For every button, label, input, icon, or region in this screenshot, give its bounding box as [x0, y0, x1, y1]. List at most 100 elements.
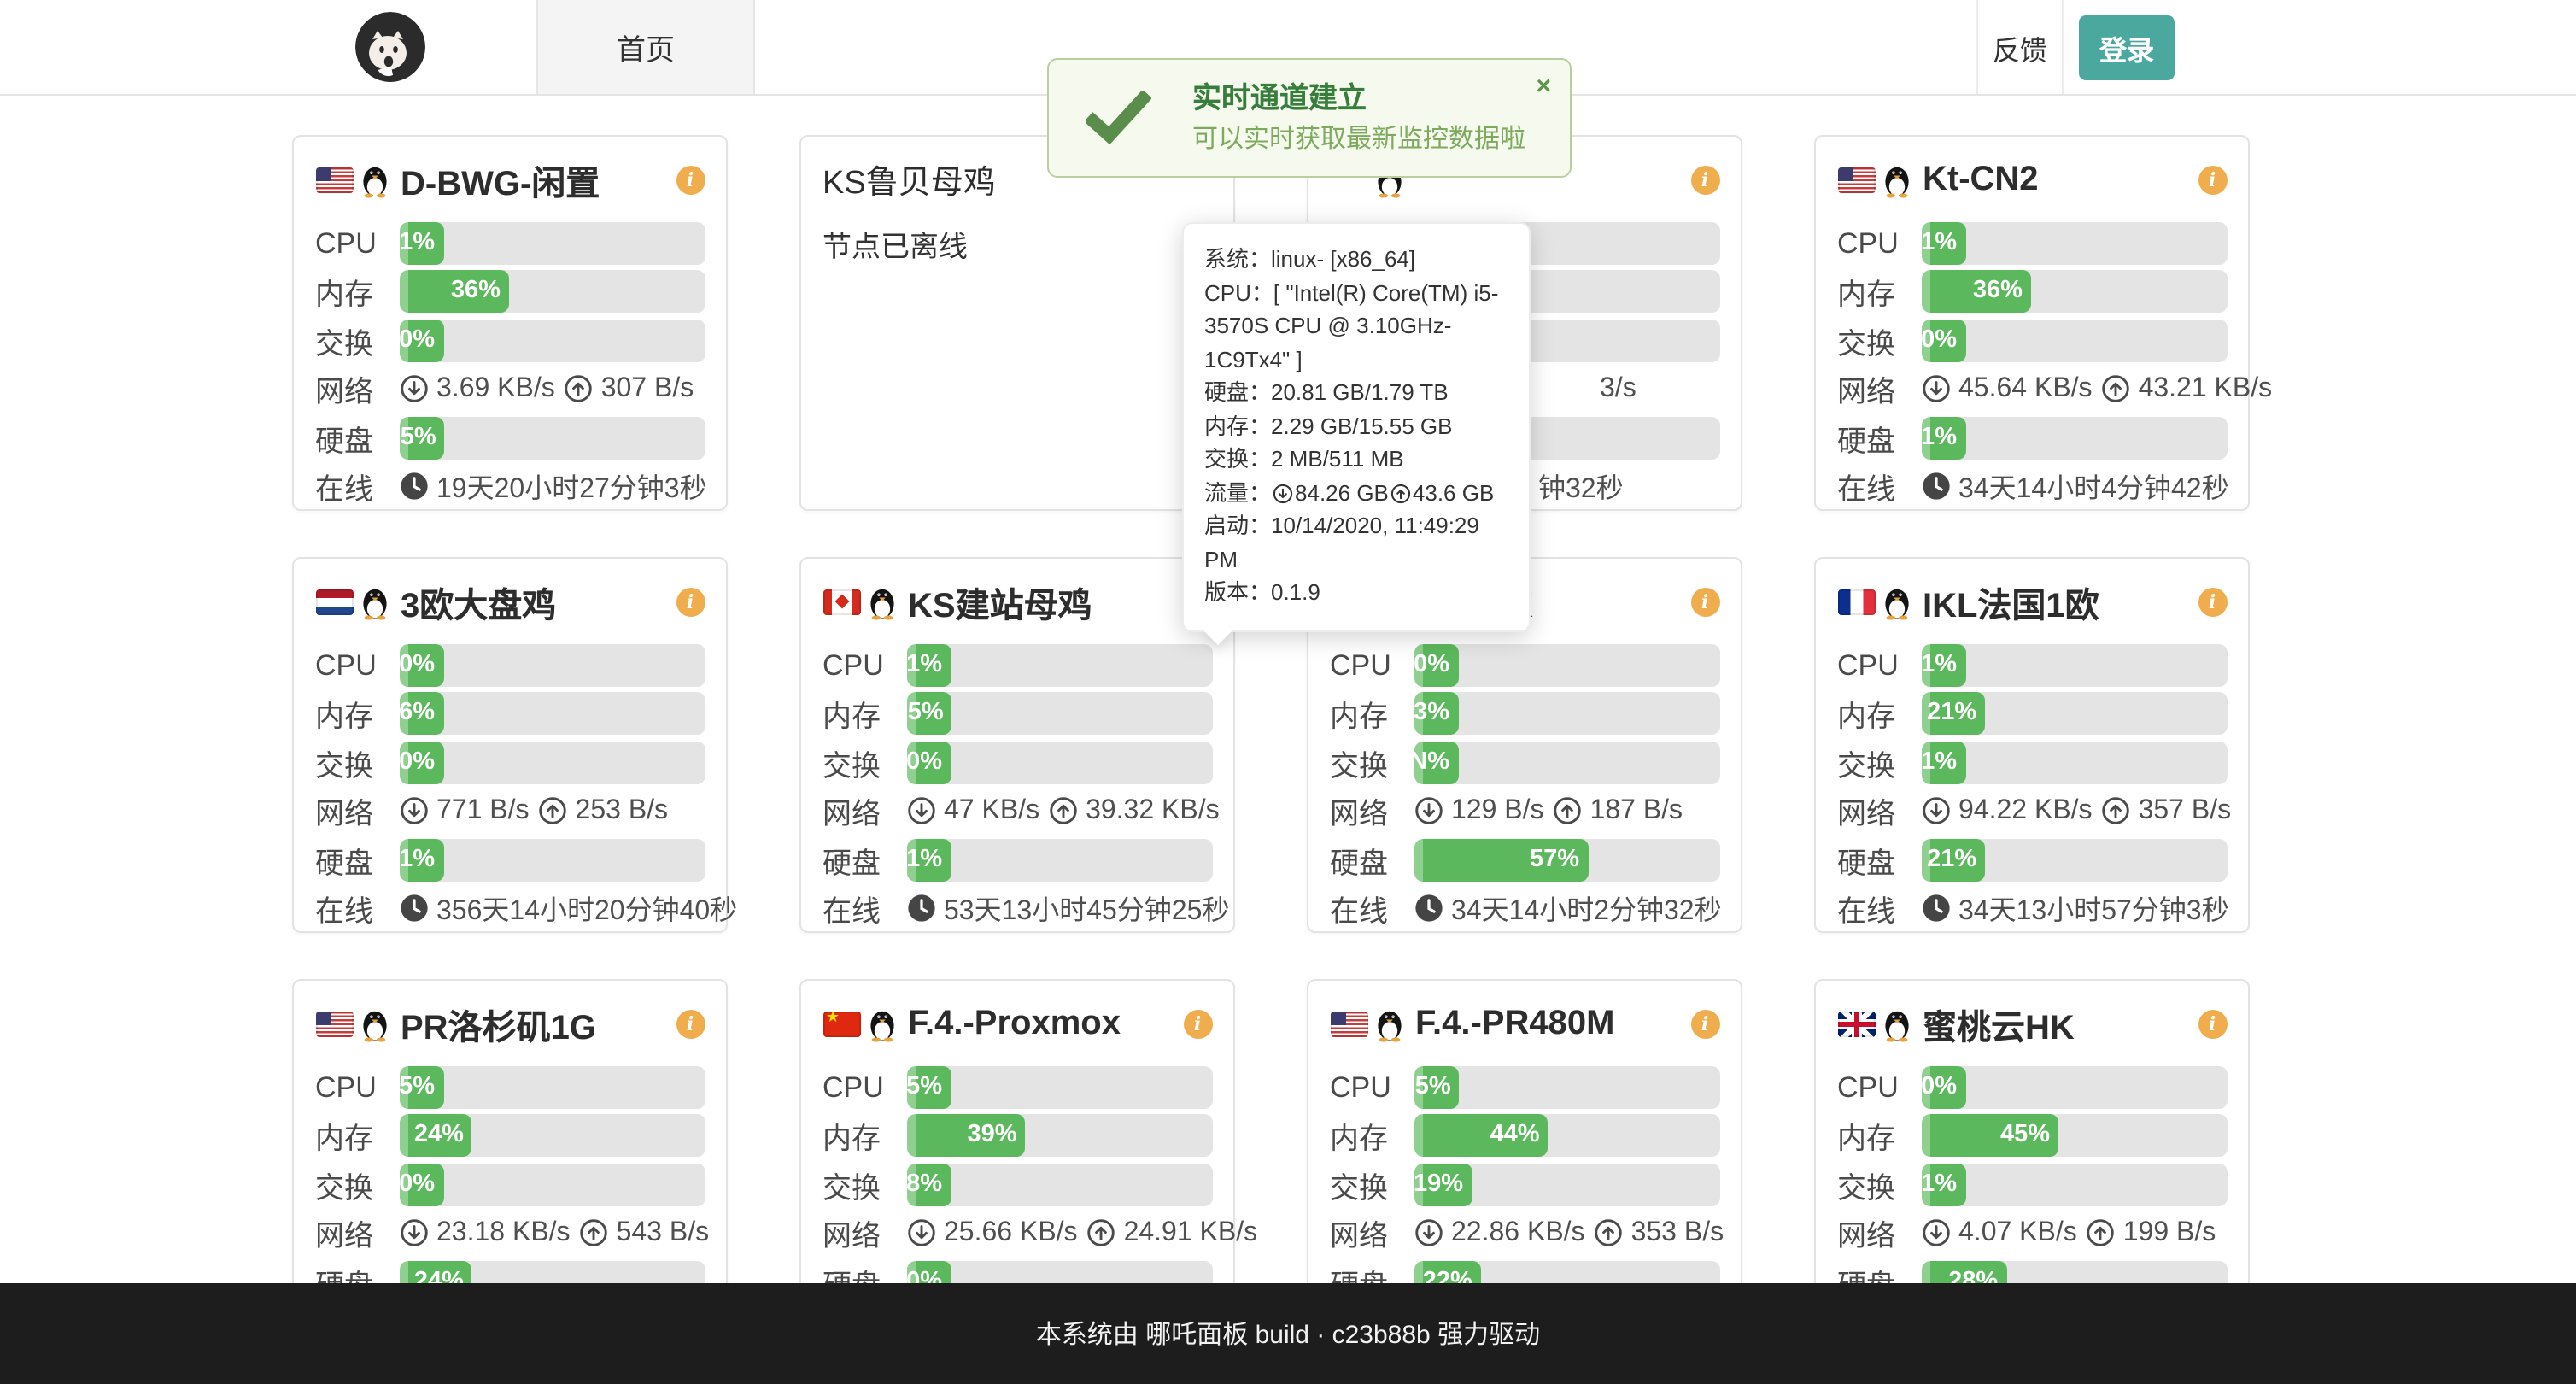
network-label: 网络 — [315, 367, 399, 410]
site-logo-avatar[interactable] — [355, 12, 425, 82]
info-icon[interactable]: i — [676, 1009, 705, 1038]
disk-bar: 21% — [1921, 838, 2227, 881]
disk-bar: 11% — [1921, 416, 2227, 459]
uptime-label: 在线 — [1330, 887, 1414, 930]
memory-bar-fill: 36% — [1921, 271, 2031, 314]
network-up-value: 307 B/s — [601, 373, 694, 404]
cpu-label: CPU — [823, 648, 906, 683]
swap-value: 0% — [399, 320, 435, 362]
info-icon[interactable]: i — [1690, 165, 1719, 194]
network-row: 网络 25.66 KB/s24.91 KB/s — [823, 1211, 1212, 1254]
swap-row: 交换 1% — [1837, 742, 2227, 784]
swap-bar-fill: 0% — [906, 742, 951, 784]
cpu-row: CPU 1% — [1837, 644, 2227, 687]
swap-label: 交换 — [315, 742, 399, 784]
uptime-row: 在线 34天13小时57分钟3秒 — [1837, 887, 2227, 930]
arrow-circle-down-icon — [1921, 796, 1950, 825]
disk-label: 硬盘 — [823, 838, 906, 881]
cpu-bar: 0% — [1414, 644, 1719, 687]
disk-label: 硬盘 — [1837, 838, 1921, 881]
tab-home[interactable]: 首页 — [536, 0, 755, 94]
swap-row: 交换 0% — [823, 742, 1212, 784]
uptime-value: 34天14小时2分钟32秒 — [1451, 888, 1722, 929]
card-header: D-BWG-闲置 i — [315, 157, 705, 202]
disk-value: 57% — [1530, 838, 1579, 881]
cpu-value: 1% — [1921, 644, 1957, 687]
swap-bar: 19% — [1414, 1164, 1719, 1206]
info-icon[interactable]: i — [1183, 1009, 1212, 1038]
memory-bar: 15% — [906, 693, 1212, 736]
info-icon[interactable]: i — [2198, 587, 2227, 616]
cpu-label: CPU — [315, 1070, 399, 1105]
info-icon[interactable]: i — [676, 165, 705, 194]
cpu-bar: 15% — [1414, 1066, 1719, 1109]
disk-label: 硬盘 — [315, 838, 399, 881]
swap-bar-fill: 1% — [1921, 1164, 1965, 1206]
swap-row: 交换 0% — [315, 1164, 705, 1206]
disk-row: 硬盘 1% — [315, 838, 705, 881]
info-icon[interactable]: i — [1690, 587, 1719, 616]
memory-label: 内存 — [315, 1115, 399, 1158]
network-up-value: 357 B/s — [2139, 795, 2232, 826]
server-name: Kt-CN2 — [1923, 160, 2039, 199]
uptime-row: 在线 53天13小时45分钟25秒 — [823, 887, 1212, 930]
cpu-bar-fill: 1% — [399, 222, 443, 265]
swap-bar: 0% — [399, 320, 705, 362]
network-row: 网络 45.64 KB/s43.21 KB/s — [1837, 367, 2227, 410]
info-icon[interactable]: i — [676, 587, 705, 616]
server-info-tooltip: 系统：linux- [x86_64]CPU：[ "Intel(R) Core(T… — [1182, 222, 1531, 631]
memory-bar: 6% — [399, 693, 705, 736]
country-flag-icon — [1330, 1011, 1367, 1036]
network-value-fragment: 3/s — [1600, 373, 1636, 404]
memory-label: 内存 — [1330, 693, 1414, 736]
memory-bar-fill: 3% — [1414, 693, 1458, 736]
cpu-label: CPU — [315, 226, 399, 261]
card-header: IKL法国1欧 i — [1837, 579, 2227, 624]
memory-bar-fill: 36% — [399, 271, 509, 314]
swap-label: 交换 — [823, 742, 906, 784]
memory-bar-fill: 24% — [399, 1115, 472, 1158]
arrow-circle-down-icon — [906, 796, 935, 825]
server-name: KS建站母鸡 — [908, 577, 1092, 626]
linux-tux-icon — [360, 584, 389, 619]
feedback-label: 反馈 — [1993, 26, 2047, 67]
network-up-value: 199 B/s — [2123, 1217, 2216, 1248]
swap-label: 交换 — [1837, 320, 1921, 362]
arrow-circle-up-icon — [1594, 1218, 1623, 1247]
cpu-bar-fill: 1% — [1921, 644, 1965, 687]
success-check-icon — [1086, 91, 1151, 145]
cpu-value: 1% — [906, 644, 942, 687]
server-card: 3欧大盘鸡 i CPU 0% 内存 6% 交换 0% 网络 77 — [292, 557, 728, 933]
arrow-circle-up-icon — [1553, 796, 1582, 825]
feedback-link[interactable]: 反馈 — [1976, 0, 2064, 94]
arrow-circle-up-icon — [1048, 796, 1077, 825]
cpu-row: CPU 5% — [823, 1066, 1212, 1109]
arrow-circle-up-icon — [1086, 1218, 1115, 1247]
cpu-row: CPU 15% — [1330, 1066, 1719, 1109]
tooltip-line: 版本：0.1.9 — [1204, 576, 1510, 609]
swap-bar: 0% — [399, 1164, 705, 1206]
swap-value: N% — [1414, 742, 1449, 784]
arrow-circle-down-icon — [906, 1218, 935, 1247]
toast-close-icon[interactable]: × — [1536, 73, 1551, 99]
arrow-circle-down-icon — [1414, 796, 1443, 825]
swap-row: 交换 N% — [1330, 742, 1719, 784]
swap-bar: N% — [1414, 742, 1719, 784]
toast-title: 实时通道建立 — [1192, 79, 1525, 120]
network-down-value: 94.22 KB/s — [1958, 795, 2093, 826]
swap-bar: 0% — [399, 742, 705, 784]
card-header: F.4.-Proxmox i — [823, 1001, 1212, 1046]
login-button[interactable]: 登录 — [2079, 15, 2175, 80]
network-label: 网络 — [823, 1211, 906, 1254]
info-icon[interactable]: i — [2198, 165, 2227, 194]
cpu-value: 0% — [1414, 644, 1449, 687]
server-name: IKL法国1欧 — [1923, 577, 2099, 626]
network-row: 网络 771 B/s253 B/s — [315, 789, 705, 832]
info-icon[interactable]: i — [1690, 1009, 1719, 1038]
page: 首页 反馈 登录 D-BWG-闲置 i CPU 1% 内存 36% — [0, 0, 2576, 1384]
info-icon[interactable]: i — [2198, 1009, 2227, 1038]
memory-bar: 45% — [1921, 1115, 2227, 1158]
uptime-value: 19天20小时27分钟3秒 — [436, 466, 707, 507]
cpu-value: 0% — [1921, 1066, 1957, 1109]
memory-row: 内存 36% — [315, 271, 705, 314]
